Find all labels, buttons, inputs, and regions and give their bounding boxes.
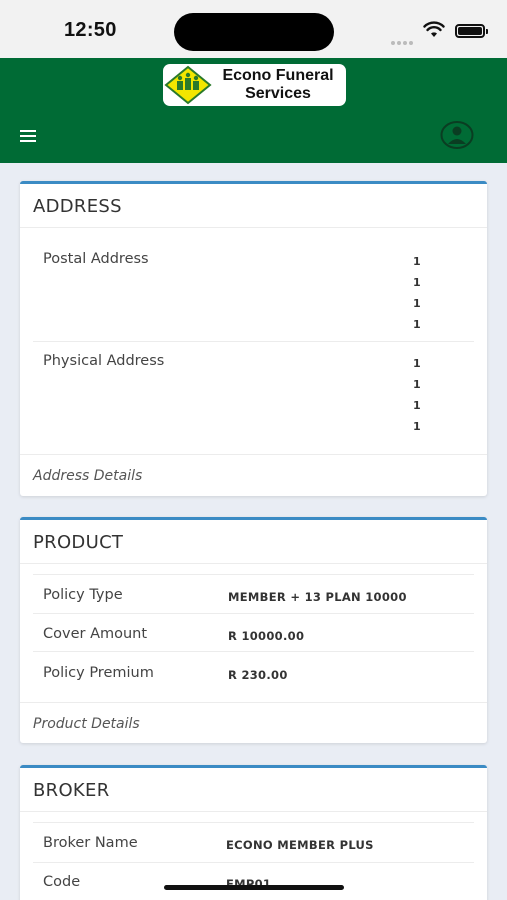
product-details-link[interactable]: Product Details bbox=[33, 716, 140, 732]
divider bbox=[33, 862, 474, 863]
postal-address-line: 1 bbox=[413, 276, 421, 289]
home-indicator bbox=[164, 885, 344, 890]
user-avatar-icon[interactable] bbox=[440, 120, 474, 150]
logo-mark-icon bbox=[164, 65, 212, 105]
product-card: PRODUCT Policy Type MEMBER + 13 PLAN 100… bbox=[20, 517, 487, 743]
broker-name-value: ECONO MEMBER PLUS bbox=[226, 838, 374, 852]
divider bbox=[20, 227, 487, 228]
status-time: 12:50 bbox=[64, 19, 117, 41]
divider bbox=[33, 341, 474, 342]
policy-type-label: Policy Type bbox=[43, 587, 123, 603]
address-card: ADDRESS Postal Address 1 1 1 1 Physical … bbox=[20, 181, 487, 496]
menu-icon[interactable] bbox=[20, 130, 36, 142]
divider bbox=[33, 574, 474, 575]
policy-type-value: MEMBER + 13 PLAN 10000 bbox=[228, 590, 407, 604]
divider bbox=[20, 702, 487, 703]
policy-premium-label: Policy Premium bbox=[43, 665, 154, 681]
logo-line2: Services bbox=[245, 85, 311, 102]
divider bbox=[33, 822, 474, 823]
broker-card-title: BROKER bbox=[33, 780, 110, 801]
signal-icon bbox=[391, 30, 417, 45]
postal-address-line: 1 bbox=[413, 318, 421, 331]
status-bar: 12:50 bbox=[0, 0, 507, 58]
physical-address-label: Physical Address bbox=[43, 353, 165, 369]
divider bbox=[33, 651, 474, 652]
dynamic-island bbox=[174, 13, 334, 51]
postal-address-line: 1 bbox=[413, 255, 421, 268]
physical-address-line: 1 bbox=[413, 357, 421, 370]
postal-address-line: 1 bbox=[413, 297, 421, 310]
physical-address-line: 1 bbox=[413, 378, 421, 391]
logo-line1: Econo Funeral bbox=[222, 67, 334, 84]
divider bbox=[20, 563, 487, 564]
physical-address-line: 1 bbox=[413, 399, 421, 412]
logo-text: Econo Funeral Services bbox=[211, 67, 345, 103]
cover-amount-value: R 10000.00 bbox=[228, 629, 305, 643]
broker-code-label: Code bbox=[43, 874, 81, 890]
divider bbox=[20, 811, 487, 812]
postal-address-label: Postal Address bbox=[43, 251, 149, 267]
broker-name-label: Broker Name bbox=[43, 835, 138, 851]
app-header: Econo Funeral Services bbox=[0, 58, 507, 163]
divider bbox=[20, 454, 487, 455]
product-card-title: PRODUCT bbox=[33, 532, 124, 553]
policy-premium-value: R 230.00 bbox=[228, 668, 288, 682]
wifi-icon bbox=[423, 21, 445, 37]
divider bbox=[33, 613, 474, 614]
battery-icon bbox=[455, 24, 488, 38]
cover-amount-label: Cover Amount bbox=[43, 626, 148, 642]
physical-address-line: 1 bbox=[413, 420, 421, 433]
brand-logo: Econo Funeral Services bbox=[163, 64, 346, 106]
address-card-title: ADDRESS bbox=[33, 196, 122, 217]
address-details-link[interactable]: Address Details bbox=[33, 468, 142, 484]
broker-card: BROKER Broker Name ECONO MEMBER PLUS Cod… bbox=[20, 765, 487, 900]
